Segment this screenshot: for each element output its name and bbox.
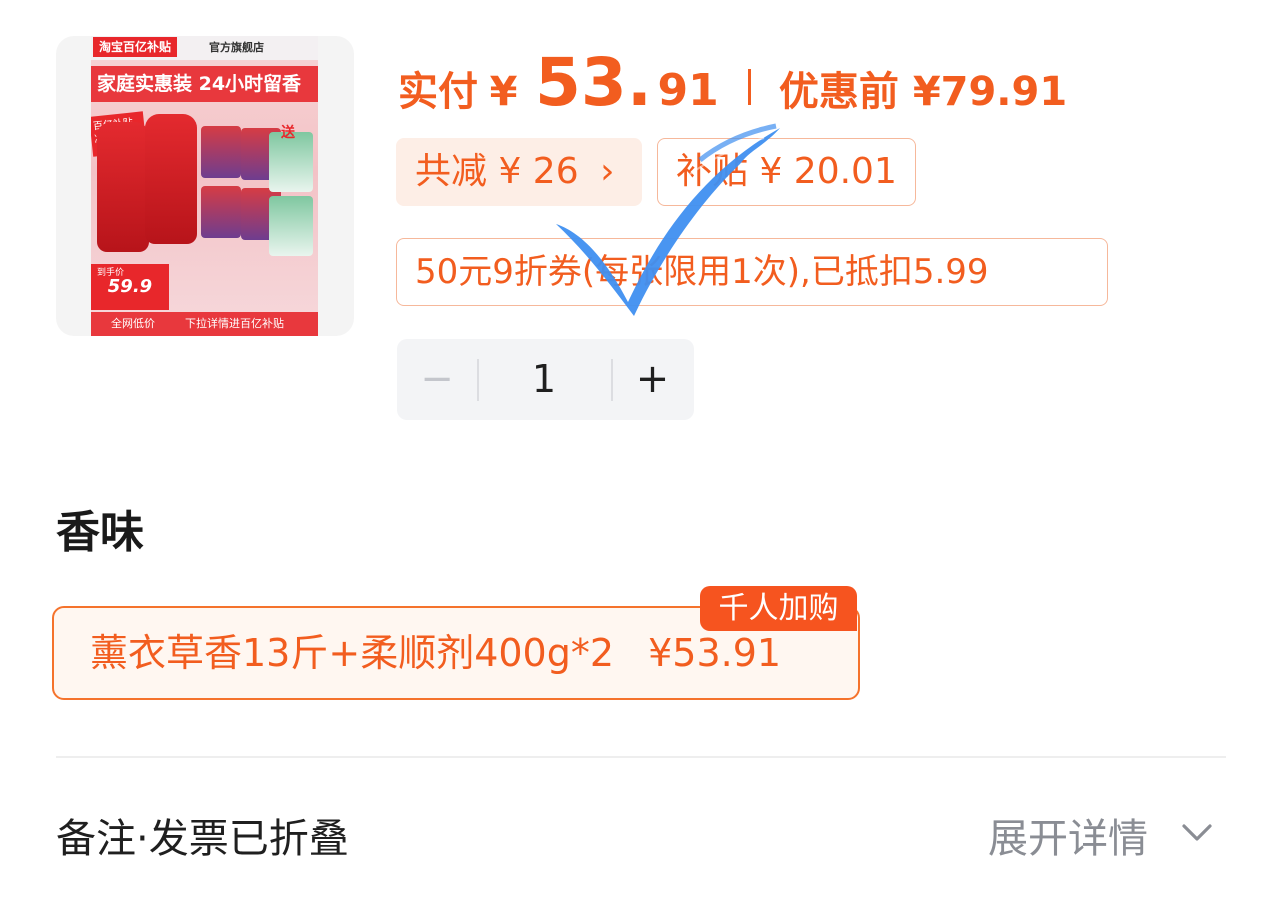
pay-amount-integer: 53. (535, 44, 652, 121)
gift-graphic (269, 196, 313, 256)
original-price: 优惠前 ¥79.91 (778, 69, 1068, 115)
image-foot-left: 全网低价 (111, 317, 155, 330)
image-foot-right: 下拉详情进百亿补贴 (185, 317, 284, 330)
popular-tag: 千人加购 (700, 586, 857, 631)
product-image[interactable]: 淘宝百亿补贴 官方旗舰店 家庭实惠装 24小时留香 百亿补贴 减20.01 送 … (91, 36, 318, 336)
image-top-strip: 淘宝百亿补贴 官方旗舰店 (91, 36, 318, 60)
pack-graphic (201, 126, 241, 178)
pay-currency: ¥ (489, 69, 518, 115)
image-price: 到手价 59.9 (91, 264, 169, 310)
decrease-button[interactable]: − (397, 339, 477, 420)
chevron-down-icon[interactable] (1180, 815, 1214, 849)
image-badge: 淘宝百亿补贴 (93, 37, 178, 57)
image-store-label: 官方旗舰店 (209, 41, 264, 54)
price-divider (748, 69, 752, 105)
scent-option-price: ¥53.91 (648, 631, 782, 675)
quantity-stepper: − 1 + (397, 339, 694, 420)
image-gift-label: 送 (281, 125, 295, 141)
bottle-graphic (97, 122, 149, 252)
image-headline: 家庭实惠装 24小时留香 (91, 66, 318, 102)
checkmark-icon (556, 123, 780, 316)
scent-section-title: 香味 (56, 507, 144, 558)
expand-details-button[interactable]: 展开详情 (988, 806, 1148, 864)
scent-option-label: 薰衣草香13斤+柔顺剂400g*2 (90, 631, 615, 675)
quantity-value[interactable]: 1 (479, 339, 609, 420)
image-footer: 全网低价 下拉详情进百亿补贴 (91, 312, 318, 336)
image-price-label: 到手价 (97, 268, 125, 278)
pay-label: 实付 (398, 69, 478, 115)
pay-amount-decimal: 91 (657, 65, 719, 116)
pack-graphic (201, 186, 241, 238)
price-row: 实付 ¥ 53. 91 优惠前 ¥79.91 (398, 44, 1067, 124)
bottle-graphic (145, 114, 197, 244)
increase-button[interactable]: + (611, 339, 694, 420)
remark-invoice-label: 备注·发票已折叠 (56, 816, 349, 862)
section-divider (56, 756, 1226, 758)
